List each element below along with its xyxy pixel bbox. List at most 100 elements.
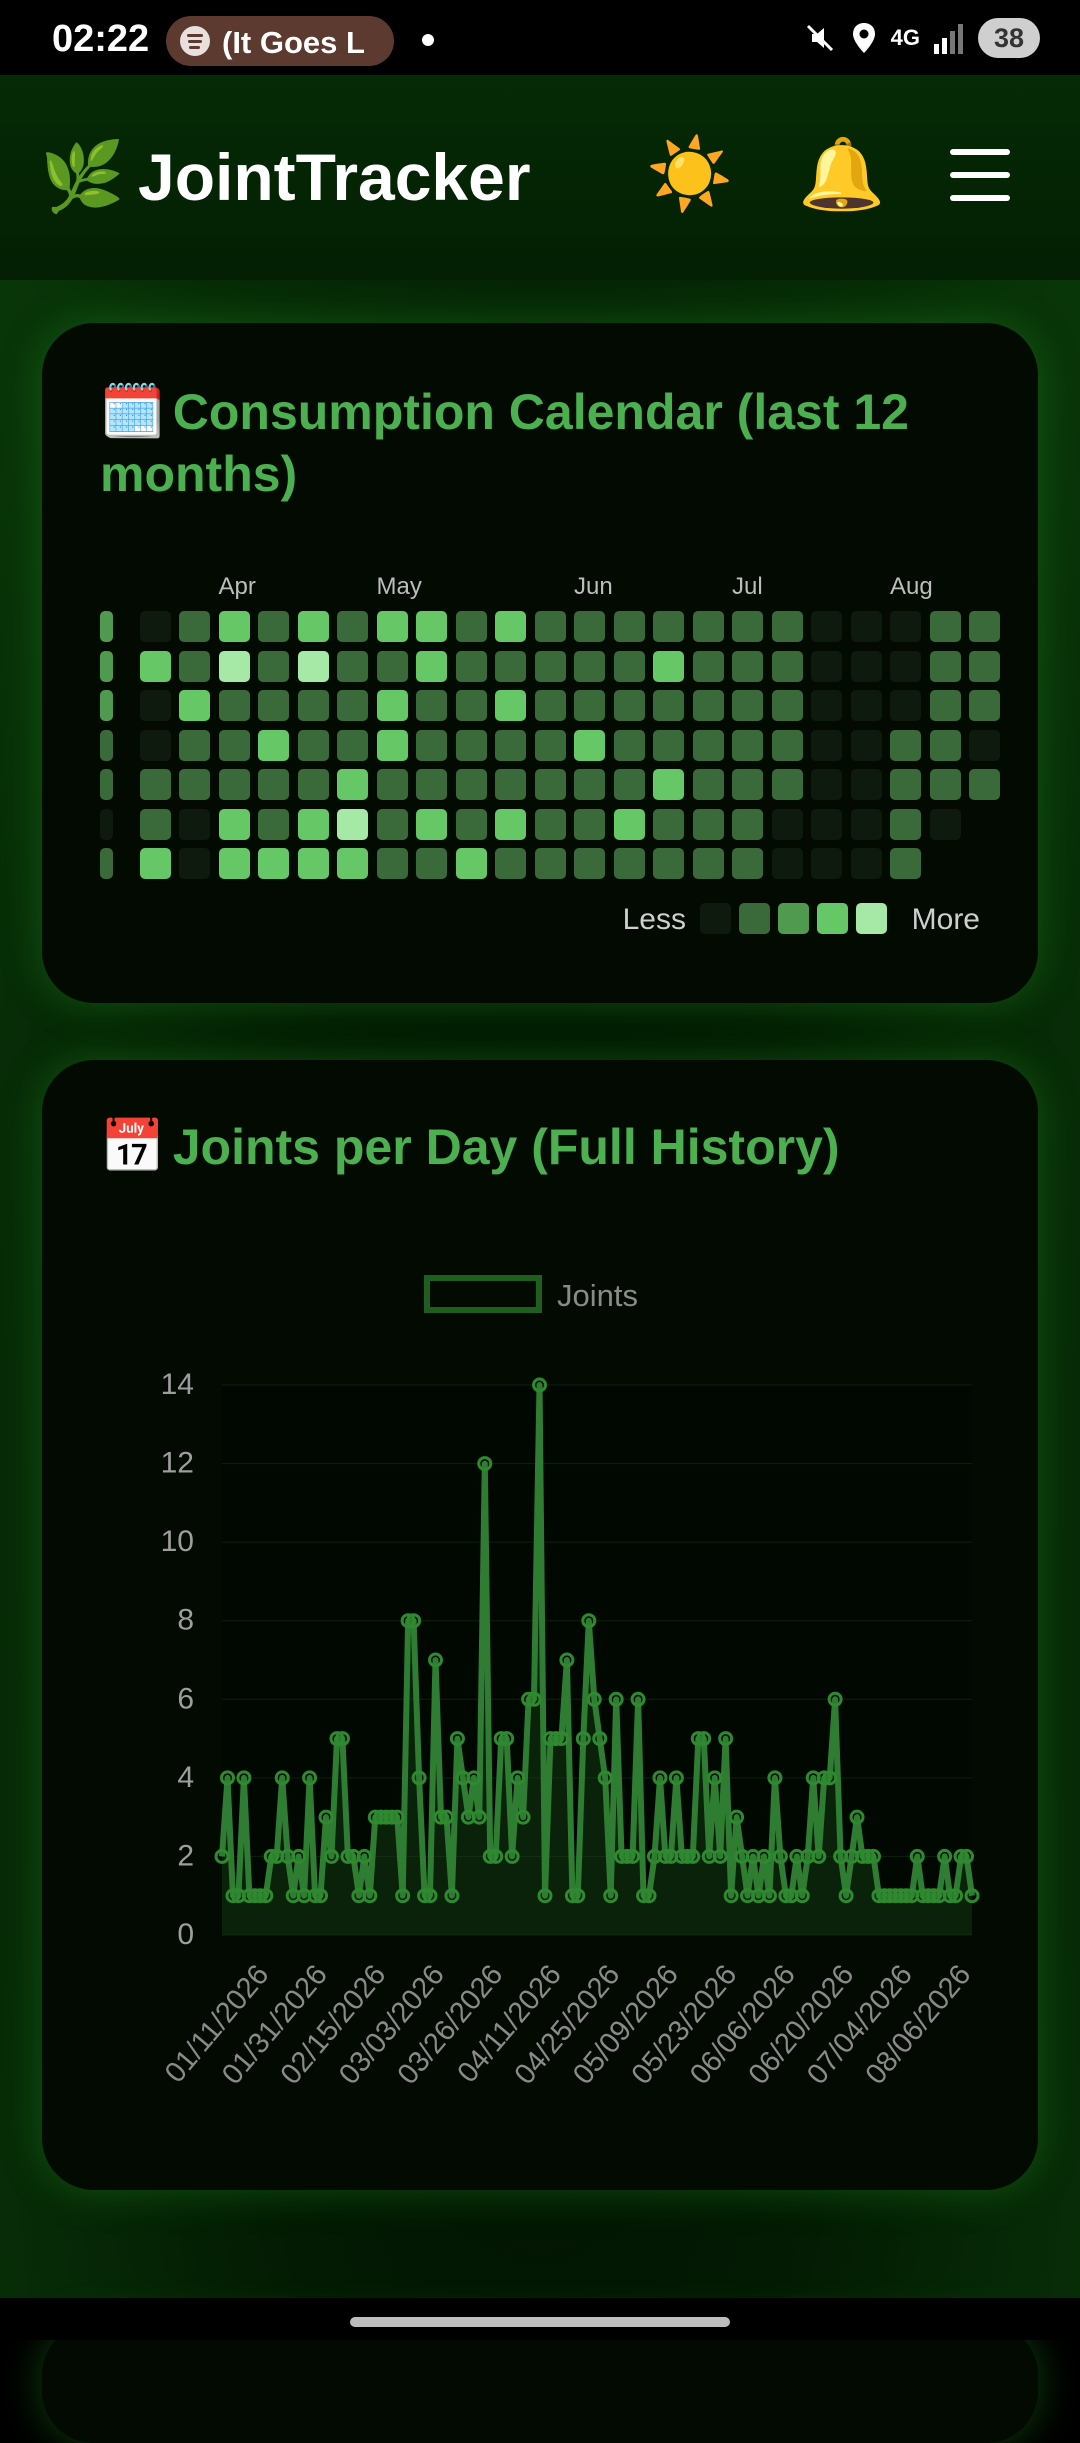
heatmap-day-cell[interactable] [613, 611, 645, 642]
heatmap-day-cell[interactable] [139, 808, 171, 840]
heatmap-day-cell[interactable] [455, 611, 487, 642]
heatmap-day-cell[interactable] [139, 650, 171, 682]
heatmap-day-cell[interactable] [653, 769, 684, 800]
heatmap-day-cell[interactable] [179, 611, 210, 642]
heatmap-day-cell[interactable] [574, 690, 605, 721]
heatmap-day-cell[interactable] [297, 690, 329, 721]
heatmap-day-cell[interactable] [337, 729, 368, 761]
heatmap-day-cell[interactable] [495, 848, 526, 879]
heatmap-day-cell[interactable] [100, 690, 113, 721]
heatmap-day-cell[interactable] [613, 690, 645, 721]
heatmap-day-cell[interactable] [811, 808, 842, 840]
heatmap-day-cell[interactable] [416, 690, 447, 721]
heatmap-day-cell[interactable] [850, 848, 882, 879]
heatmap-day-cell[interactable] [179, 729, 210, 761]
heatmap-day-cell[interactable] [890, 690, 921, 721]
heatmap-day-cell[interactable] [416, 769, 447, 800]
heatmap-day-cell[interactable] [297, 848, 329, 879]
heatmap-day-cell[interactable] [455, 848, 487, 879]
heatmap-day-cell[interactable] [692, 690, 724, 721]
heatmap-day-cell[interactable] [495, 690, 526, 721]
heatmap-day-cell[interactable] [258, 650, 289, 682]
heatmap-day-cell[interactable] [416, 848, 447, 879]
heatmap-day-cell[interactable] [297, 650, 329, 682]
heatmap-day-cell[interactable] [455, 769, 487, 800]
heatmap-day-cell[interactable] [653, 650, 684, 682]
heatmap-day-cell[interactable] [258, 729, 289, 761]
heatmap-day-cell[interactable] [218, 769, 250, 800]
heatmap-day-cell[interactable] [574, 848, 605, 879]
heatmap-day-cell[interactable] [218, 848, 250, 879]
heatmap-day-cell[interactable] [337, 769, 368, 800]
heatmap-day-cell[interactable] [534, 729, 566, 761]
heatmap-day-cell[interactable] [376, 611, 408, 642]
heatmap-day-cell[interactable] [692, 848, 724, 879]
heatmap-day-cell[interactable] [771, 729, 803, 761]
heatmap-day-cell[interactable] [139, 611, 171, 642]
home-gesture-handle[interactable] [350, 2317, 730, 2327]
heatmap-day-cell[interactable] [297, 808, 329, 840]
heatmap-day-cell[interactable] [100, 769, 113, 800]
heatmap-day-cell[interactable] [929, 611, 961, 642]
heatmap-day-cell[interactable] [337, 808, 368, 840]
heatmap-day-cell[interactable] [692, 769, 724, 800]
heatmap-day-cell[interactable] [574, 769, 605, 800]
heatmap-day-cell[interactable] [416, 729, 447, 761]
heatmap-day-cell[interactable] [574, 808, 605, 840]
heatmap-day-cell[interactable] [218, 729, 250, 761]
heatmap-day-cell[interactable] [811, 690, 842, 721]
heatmap-day-cell[interactable] [416, 611, 447, 642]
heatmap-day-cell[interactable] [218, 611, 250, 642]
heatmap-day-cell[interactable] [850, 808, 882, 840]
heatmap-day-cell[interactable] [653, 729, 684, 761]
heatmap-day-cell[interactable] [811, 729, 842, 761]
heatmap-day-cell[interactable] [574, 611, 605, 642]
heatmap-day-cell[interactable] [258, 769, 289, 800]
heatmap-day-cell[interactable] [416, 650, 447, 682]
heatmap-day-cell[interactable] [929, 769, 961, 800]
heatmap-day-cell[interactable] [811, 769, 842, 800]
heatmap-day-cell[interactable] [179, 769, 210, 800]
heatmap-day-cell[interactable] [495, 611, 526, 642]
heatmap-day-cell[interactable] [337, 690, 368, 721]
notifications-button[interactable]: 🔔 [798, 133, 885, 217]
heatmap-day-cell[interactable] [179, 650, 210, 682]
heatmap-day-cell[interactable] [416, 808, 447, 840]
heatmap-day-cell[interactable] [969, 690, 1000, 721]
heatmap-day-cell[interactable] [100, 808, 113, 840]
heatmap-day-cell[interactable] [929, 729, 961, 761]
heatmap-day-cell[interactable] [850, 729, 882, 761]
heatmap-day-cell[interactable] [850, 650, 882, 682]
heatmap-day-cell[interactable] [139, 690, 171, 721]
heatmap-day-cell[interactable] [337, 848, 368, 879]
heatmap-day-cell[interactable] [376, 690, 408, 721]
heatmap-day-cell[interactable] [771, 769, 803, 800]
heatmap-day-cell[interactable] [850, 769, 882, 800]
heatmap-day-cell[interactable] [969, 729, 1000, 761]
heatmap-day-cell[interactable] [534, 690, 566, 721]
heatmap-day-cell[interactable] [179, 690, 210, 721]
heatmap-day-cell[interactable] [811, 611, 842, 642]
heatmap-day-cell[interactable] [929, 650, 961, 682]
heatmap-day-cell[interactable] [495, 808, 526, 840]
heatmap-day-cell[interactable] [890, 611, 921, 642]
heatmap-day-cell[interactable] [653, 808, 684, 840]
heatmap-day-cell[interactable] [890, 769, 921, 800]
heatmap-day-cell[interactable] [455, 808, 487, 840]
heatmap-day-cell[interactable] [100, 611, 113, 642]
heatmap-day-cell[interactable] [732, 808, 763, 840]
heatmap-day-cell[interactable] [574, 650, 605, 682]
heatmap-day-cell[interactable] [534, 808, 566, 840]
heatmap-day-cell[interactable] [969, 650, 1000, 682]
heatmap-day-cell[interactable] [297, 729, 329, 761]
theme-toggle-button[interactable]: ☀️ [646, 133, 733, 217]
heatmap-day-cell[interactable] [969, 611, 1000, 642]
heatmap-day-cell[interactable] [100, 729, 113, 761]
heatmap-day-cell[interactable] [258, 690, 289, 721]
heatmap-day-cell[interactable] [771, 650, 803, 682]
heatmap-day-cell[interactable] [376, 808, 408, 840]
heatmap-day-cell[interactable] [890, 808, 921, 840]
heatmap-day-cell[interactable] [534, 650, 566, 682]
heatmap-day-cell[interactable] [534, 769, 566, 800]
heatmap-day-cell[interactable] [653, 611, 684, 642]
